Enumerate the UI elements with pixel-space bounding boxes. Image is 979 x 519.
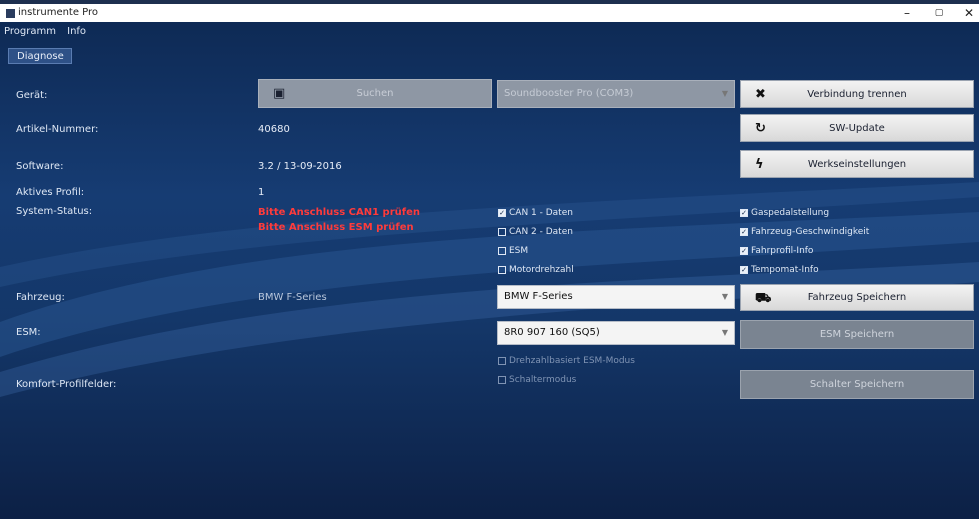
menu-info[interactable]: Info [67,26,86,37]
check-fahrprofil-label: Fahrprofil-Info [751,246,814,256]
save-esm-button[interactable]: ESM Speichern [740,320,974,349]
value-artikel: 40680 [258,124,290,135]
check-schaltermodus-label: Schaltermodus [509,375,577,385]
title-bar: instrumente Pro – ▢ ✕ [0,0,979,22]
menu-bar: Programm Info [4,26,94,37]
menu-programm[interactable]: Programm [4,26,56,37]
checkbox-checked-icon: ✓ [498,209,506,217]
esm-select[interactable]: 8R0 907 160 (SQ5) ▼ [497,321,735,345]
chevron-down-icon: ▼ [721,89,728,98]
save-switch-button-label: Schalter Speichern [809,379,905,390]
label-fahrzeug: Fahrzeug: [16,292,65,303]
check-can2-label: CAN 2 - Daten [509,227,573,237]
search-button[interactable]: ▣ Suchen [258,79,492,108]
disconnect-button-label: Verbindung trennen [807,88,907,100]
label-esm: ESM: [16,327,41,338]
value-profil: 1 [258,187,265,198]
check-gaspedal-label: Gaspedalstellung [751,208,830,218]
sw-update-button[interactable]: ↻ SW-Update [740,114,974,142]
vehicle-select[interactable]: BMW F-Series ▼ [497,285,735,309]
save-vehicle-button[interactable]: ⛟ Fahrzeug Speichern [740,284,974,311]
check-tempomat-label: Tempomat-Info [751,265,819,275]
check-esm[interactable]: ESM [498,246,528,256]
check-motordrehzahl-label: Motordrehzahl [509,265,574,275]
check-can1-label: CAN 1 - Daten [509,208,573,218]
vehicle-select-value: BMW F-Series [504,291,573,302]
checkbox-icon [498,247,506,255]
save-switch-button[interactable]: Schalter Speichern [740,370,974,399]
tab-diagnose[interactable]: Diagnose [8,48,72,64]
check-can1[interactable]: ✓ CAN 1 - Daten [498,208,573,218]
window-title: instrumente Pro [18,7,99,18]
value-fahrzeug: BMW F-Series [258,292,327,303]
checkbox-icon [498,357,506,365]
save-vehicle-button-label: Fahrzeug Speichern [807,292,907,303]
minimize-button[interactable]: – [892,5,922,21]
checkbox-checked-icon: ✓ [740,228,748,236]
refresh-icon: ↻ [755,121,766,136]
device-select-value: Soundbooster Pro (COM3) [504,88,634,99]
check-geschwindigkeit-label: Fahrzeug-Geschwindigkeit [751,227,870,237]
lightning-icon: ϟ [755,157,764,172]
error-can1: Bitte Anschluss CAN1 prüfen [258,207,421,218]
label-status: System-Status: [16,206,93,217]
check-can2[interactable]: CAN 2 - Daten [498,227,573,237]
label-komfort: Komfort-Profilfelder: [16,379,117,390]
maximize-button[interactable]: ▢ [924,5,954,21]
checkbox-icon [498,376,506,384]
label-geraet: Gerät: [16,90,48,101]
chevron-down-icon: ▼ [721,292,728,301]
label-software: Software: [16,161,64,172]
label-profil: Aktives Profil: [16,187,85,198]
close-x-icon: ✖ [755,87,766,102]
checkbox-checked-icon: ✓ [740,247,748,255]
close-button[interactable]: ✕ [954,5,979,21]
check-gaspedal[interactable]: ✓ Gaspedalstellung [740,208,829,218]
device-select[interactable]: Soundbooster Pro (COM3) ▼ [497,80,735,108]
check-motordrehzahl[interactable]: Motordrehzahl [498,265,574,275]
value-software: 3.2 / 13-09-2016 [258,161,342,172]
label-artikel: Artikel-Nummer: [16,124,99,135]
disconnect-button[interactable]: ✖ Verbindung trennen [740,80,974,108]
checkbox-icon [498,228,506,236]
check-drehzahl-esm[interactable]: Drehzahlbasiert ESM-Modus [498,356,635,366]
error-esm: Bitte Anschluss ESM prüfen [258,222,414,233]
check-esm-label: ESM [509,246,529,256]
calendar-icon: ▣ [273,86,286,101]
check-tempomat[interactable]: ✓ Tempomat-Info [740,265,819,275]
car-icon: ⛟ [755,291,772,306]
main-panel: Programm Info Diagnose Gerät: Artikel-Nu… [0,22,979,519]
check-drehzahl-esm-label: Drehzahlbasiert ESM-Modus [509,356,635,366]
checkbox-icon [498,266,506,274]
app-icon [6,9,15,18]
sw-update-button-label: SW-Update [829,122,885,134]
check-fahrprofil[interactable]: ✓ Fahrprofil-Info [740,246,813,256]
factory-reset-button[interactable]: ϟ Werkseinstellungen [740,150,974,178]
chevron-down-icon: ▼ [721,328,728,337]
check-schaltermodus[interactable]: Schaltermodus [498,375,576,385]
checkbox-checked-icon: ✓ [740,209,748,217]
save-esm-button-label: ESM Speichern [819,329,895,340]
check-geschwindigkeit[interactable]: ✓ Fahrzeug-Geschwindigkeit [740,227,869,237]
search-button-label: Suchen [356,88,394,99]
esm-select-value: 8R0 907 160 (SQ5) [504,327,600,338]
checkbox-checked-icon: ✓ [740,266,748,274]
factory-reset-button-label: Werkseinstellungen [807,158,907,170]
